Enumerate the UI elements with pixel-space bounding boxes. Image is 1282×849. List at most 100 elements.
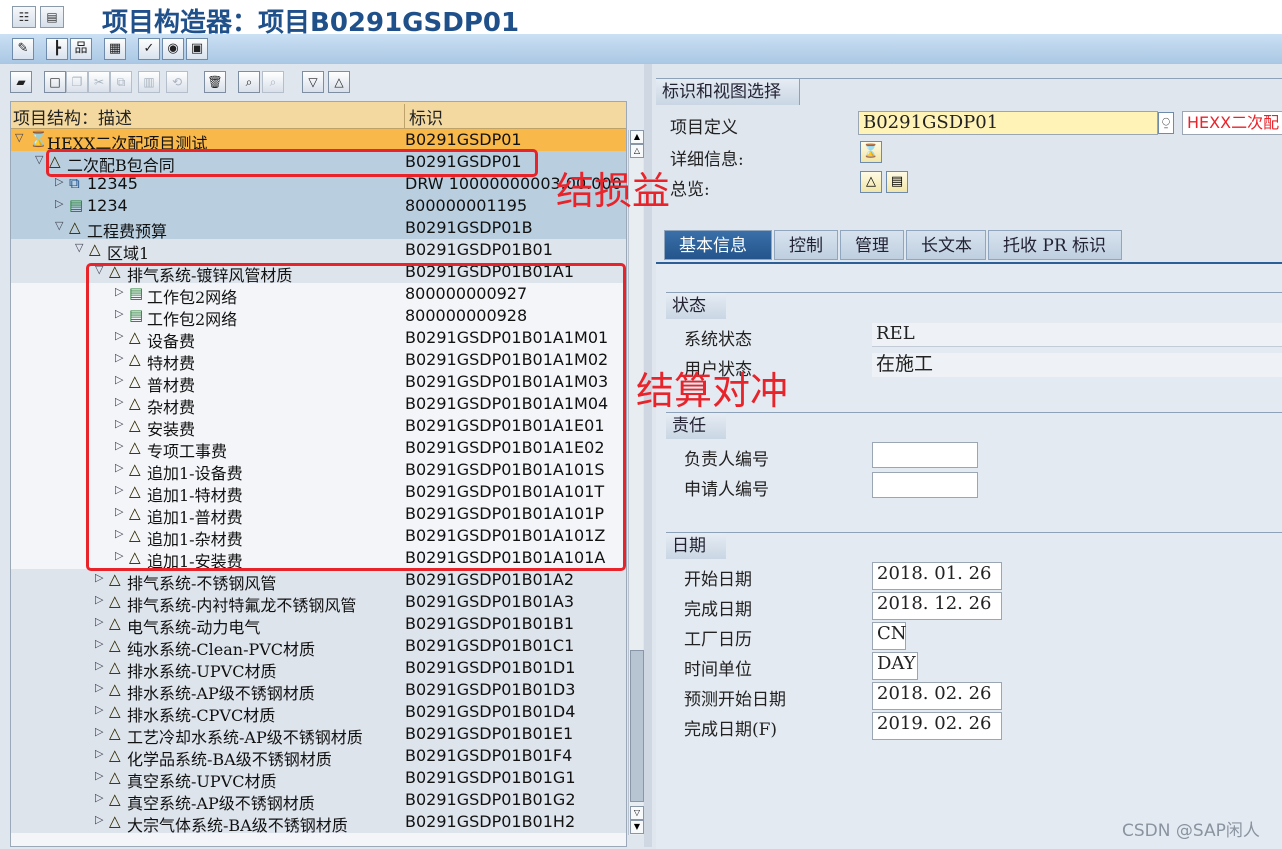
tree-row[interactable]: ▷ △ 大宗气体系统-BA级不锈钢材质 B0291GSDP01B01H2 xyxy=(11,811,626,835)
system-status-label: 系统状态 xyxy=(684,330,752,350)
status-icon[interactable]: ◉ xyxy=(162,38,184,60)
tree-row[interactable]: ▷ △ 排水系统-UPVC材质 B0291GSDP01B01D1 xyxy=(11,657,626,681)
tab-long-text[interactable]: 长文本 xyxy=(906,230,986,260)
expand-node-icon[interactable]: ▷ xyxy=(95,791,103,804)
tree-row[interactable]: ▷ △ 排水系统-AP级不锈钢材质 B0291GSDP01B01D3 xyxy=(11,679,626,703)
expand-node-icon[interactable]: ▷ xyxy=(95,637,103,650)
identification-title: 标识和视图选择 xyxy=(656,79,800,105)
scroll-down-icon[interactable]: ▼ xyxy=(630,820,644,834)
network-icon[interactable]: ▦ xyxy=(104,38,126,60)
search-help-icon[interactable]: ⍜ xyxy=(1158,112,1174,134)
delete-icon[interactable]: 🗑 xyxy=(204,71,226,93)
edit-pencil-icon[interactable]: ✎ xyxy=(12,38,34,60)
finish-date-input[interactable]: 2018. 12. 26 xyxy=(872,592,1002,620)
collapse-node-icon[interactable]: ▽ xyxy=(35,153,43,166)
column-header-description[interactable]: 项目结构：描述 xyxy=(13,104,132,129)
overview-network-icon[interactable]: ▤ xyxy=(886,171,908,193)
project-def-input[interactable]: B0291GSDP01 xyxy=(858,111,1158,135)
system-menu-icon[interactable]: ☷ xyxy=(12,6,36,28)
tree-row[interactable]: ▽ ⌛ HEXX二次配项目测试 B0291GSDP01 xyxy=(11,129,626,153)
copy-icon[interactable]: ❐ xyxy=(66,71,88,93)
expand-node-icon[interactable]: ▷ xyxy=(95,725,103,738)
person-responsible-input[interactable] xyxy=(872,442,978,468)
tree-row-id: B0291GSDP01B01A2 xyxy=(405,570,575,589)
layout-menu-icon[interactable]: ▤ xyxy=(40,6,64,28)
undo-icon[interactable]: ⟲ xyxy=(166,71,188,93)
overview-triangle-icon[interactable]: △ xyxy=(860,171,882,193)
expand-node-icon[interactable]: ▷ xyxy=(95,615,103,628)
triangle-icon: △ xyxy=(109,680,121,698)
expand-node-icon[interactable]: ▷ xyxy=(55,197,63,210)
forecast-start-input[interactable]: 2018. 02. 26 xyxy=(872,682,1002,710)
scroll-up-page-icon[interactable]: △ xyxy=(630,144,644,158)
applicant-input[interactable] xyxy=(872,472,978,498)
forecast-finish-input[interactable]: 2019. 02. 26 xyxy=(872,712,1002,740)
tree-row[interactable]: ▷ △ 化学品系统-BA级不锈钢材质 B0291GSDP01B01F4 xyxy=(11,745,626,769)
expand-node-icon[interactable]: ▷ xyxy=(95,747,103,760)
user-status-value: 在施工 xyxy=(872,353,1282,377)
paste-icon[interactable]: ▥ xyxy=(138,71,160,93)
tree-row[interactable]: ▷ △ 纯水系统-Clean-PVC材质 B0291GSDP01B01C1 xyxy=(11,635,626,659)
duplicate-icon[interactable]: ⧉ xyxy=(110,71,132,93)
tree-row[interactable]: ▷ △ 工艺冷却水系统-AP级不锈钢材质 B0291GSDP01B01E1 xyxy=(11,723,626,747)
details-hourglass-icon[interactable]: ⌛ xyxy=(860,141,882,163)
open-folder-icon[interactable]: ▰ xyxy=(10,71,32,93)
tree-row[interactable]: ▷ △ 排水系统-CPVC材质 B0291GSDP01B01D4 xyxy=(11,701,626,725)
expand-node-icon[interactable]: ▷ xyxy=(95,769,103,782)
detail-pane: 标识和视图选择 项目定义 B0291GSDP01 ⍜ HEXX二次配 详细信息:… xyxy=(652,64,1282,849)
tree-row-label: 1234 xyxy=(87,196,128,215)
tree-row[interactable]: ▷ ▤ 1234 800000001195 xyxy=(11,195,626,217)
scroll-down-page-icon[interactable]: ▽ xyxy=(630,806,644,820)
time-unit-input[interactable]: DAY xyxy=(872,652,918,680)
tree-row[interactable]: ▷ △ 排气系统-内衬特氟龙不锈钢风管 B0291GSDP01B01A3 xyxy=(11,591,626,615)
tab-administration[interactable]: 管理 xyxy=(840,230,904,260)
forecast-start-label: 预测开始日期 xyxy=(684,690,786,710)
tree-row[interactable]: ▷ △ 真空系统-AP级不锈钢材质 B0291GSDP01B01G2 xyxy=(11,789,626,813)
expand-node-icon[interactable]: ▷ xyxy=(95,681,103,694)
tab-pr-collection[interactable]: 托收 PR 标识 xyxy=(988,230,1122,260)
triangle-icon: △ xyxy=(69,218,81,236)
scroll-thumb[interactable] xyxy=(630,650,644,802)
collapse-icon[interactable]: ▽ xyxy=(302,71,324,93)
time-unit-label: 时间单位 xyxy=(684,660,752,680)
factory-calendar-label: 工厂日历 xyxy=(684,630,752,650)
triangle-icon: △ xyxy=(109,746,121,764)
tab-control[interactable]: 控制 xyxy=(774,230,838,260)
tree-row[interactable]: ▷ △ 真空系统-UPVC材质 B0291GSDP01B01G1 xyxy=(11,767,626,791)
collapse-node-icon[interactable]: ▽ xyxy=(55,219,63,232)
find-next-icon[interactable]: ⌕ xyxy=(262,71,284,93)
annotation-box-settlement xyxy=(86,263,626,571)
factory-calendar-input[interactable]: CN xyxy=(872,622,907,650)
expand-node-icon[interactable]: ▷ xyxy=(95,593,103,606)
details-label: 详细信息: xyxy=(670,150,744,170)
find-icon[interactable]: ⌕ xyxy=(238,71,260,93)
expand-icon[interactable]: △ xyxy=(328,71,350,93)
check-icon[interactable]: ✓ xyxy=(138,38,160,60)
collapse-node-icon[interactable]: ▽ xyxy=(75,241,83,254)
expand-node-icon[interactable]: ▷ xyxy=(95,813,103,826)
tab-basic-info[interactable]: 基本信息 xyxy=(664,230,772,260)
triangle-icon: △ xyxy=(109,702,121,720)
tree-header: 项目结构：描述 标识 xyxy=(11,102,626,129)
tree-vertical-scrollbar[interactable]: ▲ △ ▽ ▼ xyxy=(628,130,644,835)
tree-row[interactable]: ▷ △ 排气系统-不锈钢风管 B0291GSDP01B01A2 xyxy=(11,569,626,593)
hierarchy-icon[interactable]: 品 xyxy=(70,38,92,60)
structure-icon[interactable]: ┣ xyxy=(46,38,68,60)
triangle-icon: △ xyxy=(109,636,121,654)
new-icon[interactable]: □ xyxy=(44,71,66,93)
tree-row-label: 大宗气体系统-BA级不锈钢材质 xyxy=(127,816,348,835)
document-icon[interactable]: ▣ xyxy=(186,38,208,60)
annotation-box-profit-loss xyxy=(46,149,538,177)
expand-node-icon[interactable]: ▷ xyxy=(95,571,103,584)
expand-node-icon[interactable]: ▷ xyxy=(95,659,103,672)
collapse-node-icon[interactable]: ▽ xyxy=(15,131,23,144)
start-date-input[interactable]: 2018. 01. 26 xyxy=(872,562,1002,590)
tree-row[interactable]: ▽ △ 区域1 B0291GSDP01B01 xyxy=(11,239,626,263)
cut-icon[interactable]: ✂ xyxy=(88,71,110,93)
green-icon: ▤ xyxy=(69,196,84,214)
tree-row[interactable]: ▽ △ 工程费预算 B0291GSDP01B xyxy=(11,217,626,241)
scroll-up-icon[interactable]: ▲ xyxy=(630,130,644,144)
tree-row[interactable]: ▷ △ 电气系统-动力电气 B0291GSDP01B01B1 xyxy=(11,613,626,637)
column-header-id[interactable]: 标识 xyxy=(404,104,443,129)
expand-node-icon[interactable]: ▷ xyxy=(95,703,103,716)
